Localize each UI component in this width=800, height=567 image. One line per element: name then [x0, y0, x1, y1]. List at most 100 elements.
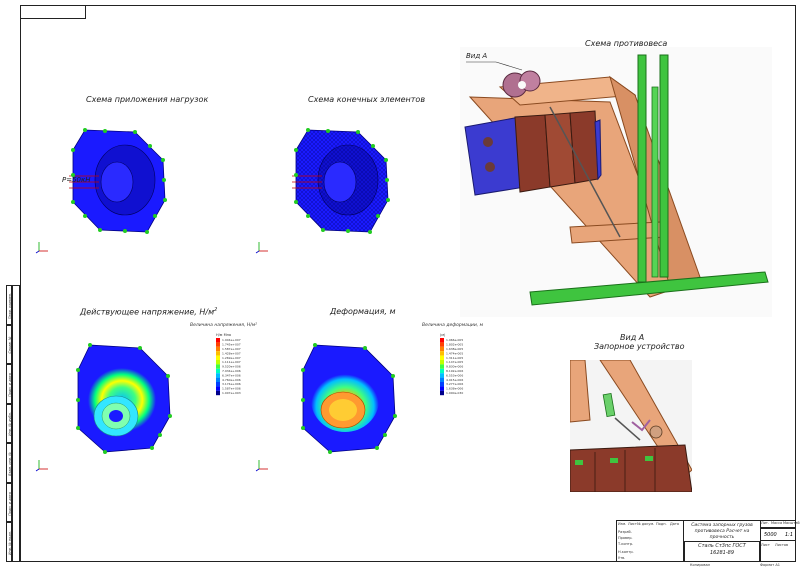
legend-value: 1.802e-005 [446, 343, 463, 347]
legend-swatch [440, 355, 444, 360]
side-stamp-cell: Инв. № дубл. [6, 403, 12, 444]
stress-legend-unit: Н/м Мпа [216, 333, 232, 337]
top-left-stamp [20, 5, 86, 19]
legend-value: 1.638e-005 [446, 347, 463, 351]
axis-triad-2 [255, 242, 268, 254]
deformation-legend: 1.966e-0051.802e-0051.638e-0051.474e-005… [440, 338, 463, 396]
legend-swatch [216, 338, 220, 343]
rev-header-0: Изм. [618, 522, 627, 526]
label-lit: Лит. [761, 521, 770, 525]
legend-swatch [216, 360, 220, 365]
deformation-legend-unit: (м) [440, 333, 446, 337]
locking-device-title: Запорное устройство [594, 342, 685, 351]
format-label: Формат А1 [760, 563, 780, 567]
legend-swatch [216, 368, 220, 374]
legend-value: 1.966e-005 [446, 338, 463, 342]
label-mass: Масса [771, 521, 783, 525]
legend-value: 1.000e-030 [446, 391, 463, 395]
side-stamp-cell: Справ. № [6, 324, 12, 365]
copied-label: Копировал [690, 563, 710, 567]
legend-value: 1.474e-005 [446, 351, 463, 355]
legend-value: 1.111e+007 [222, 360, 241, 364]
legend-value: 1.311e-005 [446, 356, 463, 360]
legend-value: 6.553e-006 [446, 373, 463, 377]
stress-legend-title: Величина напряжения, Н/м² [190, 323, 257, 328]
legend-swatch [440, 346, 444, 352]
role-3: Н.контр. [618, 550, 634, 554]
legend-swatch [440, 368, 444, 374]
rev-header-2: № докум. [637, 522, 655, 526]
side-stamp-label: Справ. № [8, 336, 12, 354]
legend-value: 9.830e-006 [446, 365, 463, 369]
legend-value: 1.147e-005 [446, 360, 463, 364]
legend-swatch [216, 342, 220, 347]
rev-header-3: Подп. [656, 522, 667, 526]
side-stamp-label: Инв. № дубл. [8, 412, 12, 437]
legend-value: 1.638e-006 [446, 387, 463, 391]
legend-value: 1.587e+006 [222, 387, 241, 391]
label-scale: Масштаб [783, 521, 800, 525]
sheet-label: Лист [761, 543, 770, 547]
legend-value: 1.269e+007 [222, 356, 241, 360]
rev-header-4: Дата [670, 522, 680, 526]
side-stamp-cell: Взам. инв. № [6, 443, 12, 483]
deformation-legend-title: Величина деформации, м [422, 323, 484, 328]
legend-swatch [440, 377, 444, 382]
mass-value: 5000 [764, 532, 777, 538]
legend-swatch [216, 377, 220, 382]
legend-swatch [440, 342, 444, 347]
axis-triad-3 [35, 460, 48, 472]
stress-title-sup: 2 [214, 307, 218, 313]
legend-value: 1.745e+007 [222, 343, 241, 347]
role-0: Разраб. [618, 530, 632, 534]
legend-value: 1.587e+007 [222, 347, 241, 351]
legend-swatch [216, 355, 220, 360]
legend-swatch [216, 382, 220, 387]
side-stamp-label: Инв. № подл. [8, 531, 12, 556]
rev-header-1: Лист [628, 522, 637, 526]
material: Сталь Ст3пс ГОСТ 16281-89 [698, 543, 746, 556]
side-stamp-cell: Подп. и дата [6, 482, 12, 523]
side-stamp-label: Взам. инв. № [8, 452, 12, 476]
role-2: Т.контр. [618, 542, 634, 546]
legend-swatch [440, 390, 444, 396]
legend-swatch [216, 364, 220, 369]
legend-swatch [440, 386, 444, 391]
view-a-leader [466, 61, 523, 71]
stress-title: Действующее напряжение, Н/м2 [80, 307, 218, 317]
legend-value: 4.915e-006 [446, 378, 463, 382]
sheets-label: Листов [775, 543, 789, 547]
side-stamp-inner [12, 285, 20, 562]
legend-value: 9.520e+006 [222, 365, 241, 369]
counterweight-drawing [464, 54, 769, 306]
legend-swatch [440, 338, 444, 343]
side-stamp-cell: Перв. примен. [6, 285, 12, 325]
stress-model [76, 343, 172, 454]
side-stamp-cell: Подп. и дата [6, 364, 12, 404]
legend-swatch [440, 351, 444, 356]
legend-value: 6.347e+006 [222, 373, 241, 377]
support-markers-1 [71, 128, 167, 234]
legend-value: 1.007e+003 [222, 391, 241, 395]
view-a-callout: Вид А [466, 52, 488, 60]
legend-swatch [216, 373, 220, 378]
view-a-title: Вид А [620, 333, 645, 342]
locking-device-render [570, 360, 692, 492]
legend-value: 7.934e+006 [222, 369, 241, 373]
legend-swatch [216, 390, 220, 396]
stress-legend: 1.904e+0071.745e+0071.587e+0071.428e+007… [216, 338, 241, 396]
fe-scheme-title: Схема конечных элементов [308, 95, 426, 104]
side-stamp-label: Перв. примен. [8, 292, 12, 319]
legend-swatch [216, 346, 220, 352]
legend-swatch [440, 360, 444, 365]
legend-swatch [216, 351, 220, 356]
axis-triad-4 [255, 460, 268, 472]
axis-triad-1 [35, 242, 48, 254]
deformation-model [301, 343, 397, 454]
load-scheme-title: Схема приложения нагрузок [86, 95, 209, 104]
fe-mesh-model [292, 128, 390, 234]
side-stamp-label: Подп. и дата [8, 491, 12, 516]
role-1: Провер. [618, 536, 633, 540]
legend-value: 1.904e+007 [222, 338, 241, 342]
side-stamp-cell: Инв. № подл. [6, 522, 12, 562]
